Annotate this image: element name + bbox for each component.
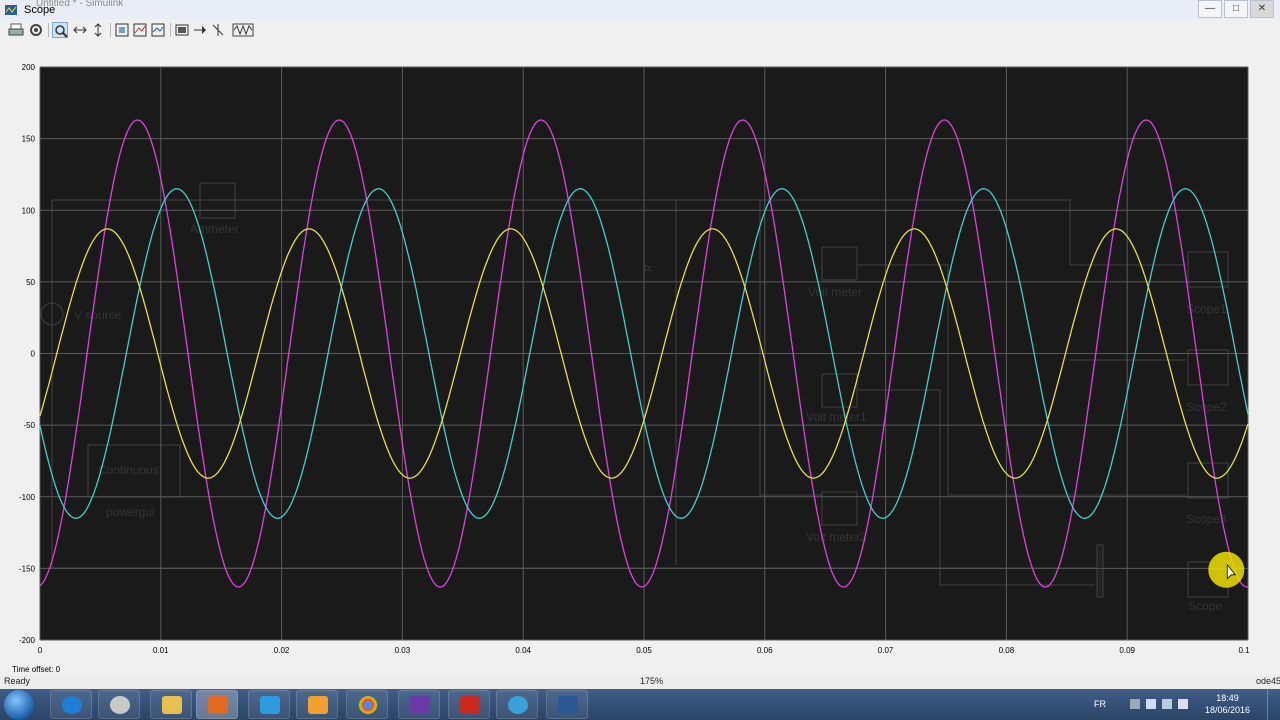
x-tick-label: 0.1	[1238, 646, 1250, 655]
taskbar-explorer[interactable]	[150, 690, 192, 719]
taskbar-visual-studio[interactable]	[398, 690, 440, 719]
action-center-icon[interactable]	[1146, 699, 1156, 709]
windows-taskbar: FR 18:49 18/06/2016	[0, 689, 1280, 720]
autoscale-icon[interactable]	[114, 22, 130, 38]
maximize-button[interactable]: □	[1224, 0, 1248, 18]
clock-time: 18:49	[1216, 693, 1239, 703]
taskbar-acrobat[interactable]	[448, 690, 490, 719]
bg-block-label: Ammeter	[190, 222, 239, 236]
status-bar: Ready 175% ode45	[0, 675, 1280, 689]
x-tick-label: 0.06	[757, 646, 773, 655]
chrome-icon	[358, 696, 378, 714]
y-tick-label: -150	[19, 564, 36, 573]
zoom-level: 175%	[640, 676, 664, 686]
scope-plot-area: Ammeter V source Volt meter Volt meter1 Volt…	[0, 40, 1280, 675]
window-title: Scope	[24, 4, 56, 16]
bg-block-label: Volt meter	[808, 285, 862, 299]
taskbar-word[interactable]	[546, 690, 588, 719]
title-bar: Untitled * - Simulink Scope — □ ✕	[0, 0, 1280, 21]
taskbar-matlab[interactable]	[196, 690, 238, 719]
network-icon[interactable]	[1162, 699, 1172, 709]
data-cursor-icon[interactable]	[210, 22, 226, 38]
bg-block-label: Volt meter1	[806, 410, 867, 424]
x-tick-label: 0	[38, 646, 43, 655]
save-axes-icon[interactable]	[132, 22, 148, 38]
bg-block-label: Scope	[1188, 599, 1222, 613]
bg-block-label: powergui	[106, 505, 155, 519]
ready-label: Ready	[4, 676, 31, 686]
x-tick-label: 0.07	[878, 646, 894, 655]
word-icon	[558, 696, 578, 714]
zoom-icon[interactable]	[52, 22, 68, 38]
start-button[interactable]	[4, 690, 34, 720]
volume-icon[interactable]	[1178, 699, 1188, 709]
language-indicator[interactable]: FR	[1094, 699, 1106, 709]
clock[interactable]: 18:49 18/06/2016	[1205, 692, 1250, 716]
taskbar-ie[interactable]	[50, 690, 92, 719]
scope-toolbar	[0, 20, 1280, 41]
acrobat-icon	[460, 696, 480, 714]
time-offset-label: Time offset: 0	[12, 665, 61, 674]
y-tick-label: -50	[23, 421, 35, 430]
bg-block-label: Scope2	[1186, 400, 1227, 414]
folder-icon	[162, 696, 182, 714]
bg-component-label: R	[644, 265, 655, 272]
taskbar-app[interactable]	[496, 690, 538, 719]
x-tick-label: 0.04	[515, 646, 531, 655]
scope-app-icon	[4, 3, 18, 17]
x-tick-label: 0.02	[274, 646, 290, 655]
bg-block-label: Continuous	[98, 463, 159, 477]
floating-scope-icon[interactable]	[174, 22, 190, 38]
x-tick-label: 0.03	[395, 646, 411, 655]
taskbar-screen[interactable]	[248, 690, 290, 719]
minimize-button[interactable]: —	[1198, 0, 1222, 18]
show-desktop-button[interactable]	[1267, 689, 1280, 720]
visual-studio-icon	[410, 696, 430, 714]
y-tick-label: 100	[22, 206, 36, 215]
scope-chart[interactable]: Ammeter V source Volt meter Volt meter1 Volt…	[0, 40, 1280, 675]
x-tick-label: 0.01	[153, 646, 169, 655]
y-tick-label: -200	[19, 636, 36, 645]
solver-label: ode45	[1256, 676, 1280, 686]
tool-icon	[110, 696, 130, 714]
app-icon	[508, 696, 528, 714]
media-player-icon	[308, 696, 328, 714]
y-tick-label: 50	[26, 278, 35, 287]
print-icon[interactable]	[8, 22, 24, 38]
screen-capture-icon	[260, 696, 280, 714]
taskbar-tool[interactable]	[98, 690, 140, 719]
cursor-highlight	[1208, 551, 1245, 588]
zoom-x-icon[interactable]	[72, 22, 88, 38]
y-tick-label: -100	[19, 493, 36, 502]
system-tray: FR 18:49 18/06/2016	[1080, 689, 1280, 720]
zoom-y-icon[interactable]	[90, 22, 106, 38]
tray-arrow-icon[interactable]	[1130, 699, 1140, 709]
restore-axes-icon[interactable]	[150, 22, 166, 38]
y-tick-label: 150	[22, 135, 36, 144]
waveform-icon[interactable]	[232, 22, 254, 38]
clock-date: 18/06/2016	[1204, 705, 1250, 715]
x-tick-label: 0.05	[636, 646, 652, 655]
y-tick-label: 0	[31, 350, 36, 359]
close-button[interactable]: ✕	[1250, 0, 1274, 18]
x-tick-label: 0.08	[999, 646, 1015, 655]
bg-block-label: Volt meter2	[806, 530, 867, 544]
taskbar-media[interactable]	[296, 690, 338, 719]
bg-block-mux	[1096, 544, 1104, 598]
matlab-icon	[208, 696, 228, 714]
parameters-icon[interactable]	[28, 22, 44, 38]
internet-explorer-icon	[62, 696, 82, 714]
bg-block-label: V source	[74, 308, 122, 322]
taskbar-chrome[interactable]	[346, 690, 388, 719]
y-tick-label: 200	[22, 63, 36, 72]
signal-selection-icon[interactable]	[192, 22, 208, 38]
bg-block-label: Scope1	[1186, 302, 1227, 316]
x-tick-label: 0.09	[1119, 646, 1135, 655]
